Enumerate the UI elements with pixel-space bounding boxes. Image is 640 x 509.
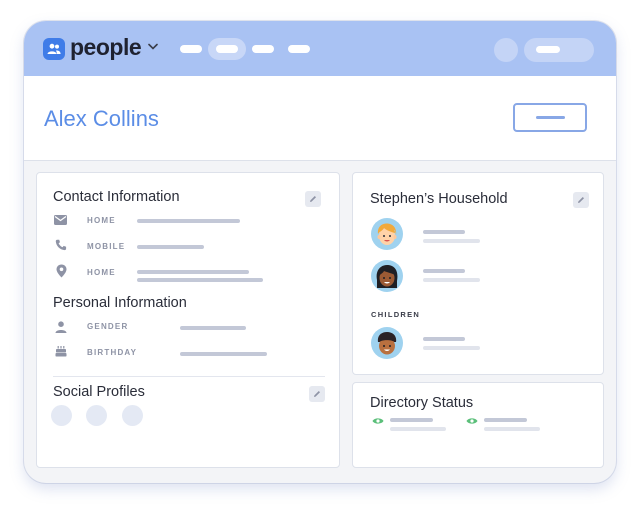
household-card: Stephen’s Household CHILDREN xyxy=(352,172,604,375)
pencil-icon xyxy=(310,196,316,202)
chevron-down-icon[interactable] xyxy=(148,43,158,50)
info-card: Contact Information HOME MOBILE HOME Per… xyxy=(36,172,340,468)
edit-contact-button[interactable] xyxy=(305,191,321,207)
social-profile-avatar[interactable] xyxy=(86,405,107,426)
contact-value-placeholder xyxy=(137,219,240,223)
contact-info-title: Contact Information xyxy=(53,189,180,205)
top-nav-bar: people xyxy=(24,21,616,76)
notification-avatar[interactable] xyxy=(494,38,518,62)
social-profile-avatar[interactable] xyxy=(51,405,72,426)
phone-icon xyxy=(55,239,67,251)
personal-row-label: BIRTHDAY xyxy=(87,348,138,357)
directory-status-title: Directory Status xyxy=(370,395,474,411)
directory-status-card: Directory Status xyxy=(352,382,604,468)
pencil-icon xyxy=(314,391,320,397)
profile-header: Alex Collins xyxy=(24,76,616,161)
person-face-icon xyxy=(377,223,397,245)
member-role-placeholder xyxy=(423,239,480,243)
app-brand[interactable]: people xyxy=(70,34,142,61)
member-name-placeholder xyxy=(423,269,465,273)
app-window: people Alex Collins Contact Information … xyxy=(24,21,616,483)
page-title: Alex Collins xyxy=(44,106,159,131)
social-profiles-title: Social Profiles xyxy=(53,384,145,400)
status-value-placeholder xyxy=(390,418,433,422)
address-line-2-placeholder xyxy=(137,278,263,282)
contact-row-label: HOME xyxy=(87,268,116,277)
children-label: CHILDREN xyxy=(371,310,421,319)
user-menu-button[interactable] xyxy=(524,38,594,62)
envelope-icon xyxy=(54,215,67,225)
personal-value-placeholder xyxy=(180,352,267,356)
nav-item-2 xyxy=(216,45,238,53)
personal-row-label: GENDER xyxy=(87,322,129,331)
nav-item-1[interactable] xyxy=(180,45,202,53)
pencil-icon xyxy=(578,197,584,203)
status-detail-placeholder xyxy=(484,427,540,431)
child-name-placeholder xyxy=(423,337,465,341)
eye-icon xyxy=(466,418,478,424)
people-logo-icon[interactable] xyxy=(43,38,65,60)
user-name-placeholder xyxy=(536,46,560,53)
child-role-placeholder xyxy=(423,346,480,350)
status-value-placeholder xyxy=(484,418,527,422)
contact-row-label: MOBILE xyxy=(87,242,126,251)
edit-social-button[interactable] xyxy=(309,386,325,402)
member-name-placeholder xyxy=(423,230,465,234)
map-pin-icon xyxy=(56,264,67,278)
person-icon xyxy=(55,321,67,333)
person-face-icon xyxy=(377,332,397,355)
contact-value-placeholder xyxy=(137,245,204,249)
personal-value-placeholder xyxy=(180,326,246,330)
nav-item-4[interactable] xyxy=(288,45,310,53)
personal-info-title: Personal Information xyxy=(53,295,187,311)
household-title: Stephen’s Household xyxy=(370,191,508,207)
contact-row-label: HOME xyxy=(87,216,116,225)
button-label-placeholder xyxy=(536,116,565,119)
social-profile-avatar[interactable] xyxy=(122,405,143,426)
member-role-placeholder xyxy=(423,278,480,282)
household-member-avatar[interactable] xyxy=(371,260,403,292)
address-line-1-placeholder xyxy=(137,270,249,274)
cake-icon xyxy=(55,346,67,357)
section-divider xyxy=(53,376,325,377)
household-member-avatar[interactable] xyxy=(371,218,403,250)
person-face-icon xyxy=(376,265,398,288)
status-detail-placeholder xyxy=(390,427,446,431)
nav-item-3[interactable] xyxy=(252,45,274,53)
child-avatar[interactable] xyxy=(371,327,403,359)
header-action-button[interactable] xyxy=(513,103,587,132)
edit-household-button[interactable] xyxy=(573,192,589,208)
eye-icon xyxy=(372,418,384,424)
